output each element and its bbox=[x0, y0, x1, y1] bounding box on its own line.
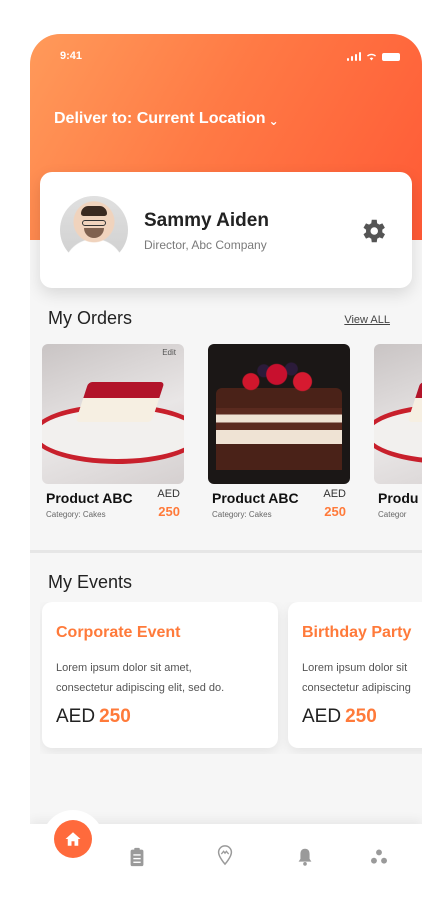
wifi-icon bbox=[366, 53, 377, 61]
bottom-tab-bar bbox=[30, 810, 422, 900]
tab-home[interactable] bbox=[54, 820, 92, 858]
product-category: Categor bbox=[378, 510, 407, 519]
my-events-title: My Events bbox=[48, 572, 133, 592]
gear-icon[interactable] bbox=[358, 216, 388, 246]
events-carousel[interactable]: Corporate Event Lorem ipsum dolor sit am… bbox=[40, 602, 422, 754]
profile-role: Director, Abc Company bbox=[144, 238, 267, 252]
location-pin-icon[interactable] bbox=[214, 844, 236, 866]
signal-icon bbox=[346, 52, 361, 61]
delivery-location-selector[interactable]: Deliver to: Current Location ⌄ bbox=[54, 110, 279, 128]
product-image: Edit bbox=[42, 344, 184, 484]
product-category: Category: Cakes bbox=[212, 510, 272, 519]
section-divider bbox=[30, 550, 422, 553]
orders-carousel[interactable]: Edit Product ABC Category: Cakes AED 250… bbox=[40, 344, 422, 534]
product-price: 250 bbox=[324, 504, 346, 519]
product-name: Product ABC bbox=[46, 490, 133, 506]
event-price: AED 250 bbox=[302, 706, 377, 727]
status-time: 9:41 bbox=[60, 50, 83, 62]
price-currency: AED bbox=[323, 488, 346, 500]
event-description: Lorem ipsum dolor sit amet, consectetur … bbox=[56, 662, 225, 694]
status-icons bbox=[346, 52, 400, 61]
order-card[interactable]: Produ Categor bbox=[374, 344, 422, 528]
clipboard-icon[interactable] bbox=[126, 846, 148, 868]
delivery-location-label: Deliver to: Current Location bbox=[54, 110, 266, 127]
order-card[interactable]: Edit Product ABC Category: Cakes AED 250 bbox=[42, 344, 184, 528]
profile-name: Sammy Aiden bbox=[144, 210, 269, 231]
battery-icon bbox=[382, 53, 400, 61]
event-card[interactable]: Birthday Party Lorem ipsum dolor sit con… bbox=[288, 602, 422, 748]
bell-icon[interactable] bbox=[294, 846, 316, 868]
avatar bbox=[60, 196, 128, 264]
product-name: Produ bbox=[378, 490, 419, 506]
event-price: AED 250 bbox=[56, 706, 131, 727]
product-name: Product ABC bbox=[212, 490, 299, 506]
home-icon bbox=[65, 832, 81, 846]
event-description: Lorem ipsum dolor sit consectetur adipis… bbox=[302, 662, 411, 694]
edit-tag[interactable]: Edit bbox=[162, 348, 176, 357]
phone-frame: 9:41 Deliver to: Current Location ⌄ Samm… bbox=[30, 34, 422, 900]
view-all-link[interactable]: View ALL bbox=[344, 314, 390, 326]
product-price: 250 bbox=[158, 504, 180, 519]
profile-card[interactable]: Sammy Aiden Director, Abc Company bbox=[40, 172, 412, 288]
event-title: Birthday Party bbox=[302, 624, 412, 641]
order-card[interactable]: Product ABC Category: Cakes AED 250 bbox=[208, 344, 350, 528]
event-card[interactable]: Corporate Event Lorem ipsum dolor sit am… bbox=[42, 602, 278, 748]
my-orders-title: My Orders bbox=[48, 308, 133, 328]
price-currency: AED bbox=[157, 488, 180, 500]
more-icon[interactable] bbox=[368, 846, 390, 868]
product-category: Category: Cakes bbox=[46, 510, 106, 519]
chevron-down-icon: ⌄ bbox=[268, 113, 279, 128]
product-image bbox=[208, 344, 350, 484]
product-image bbox=[374, 344, 422, 484]
event-title: Corporate Event bbox=[56, 624, 181, 641]
